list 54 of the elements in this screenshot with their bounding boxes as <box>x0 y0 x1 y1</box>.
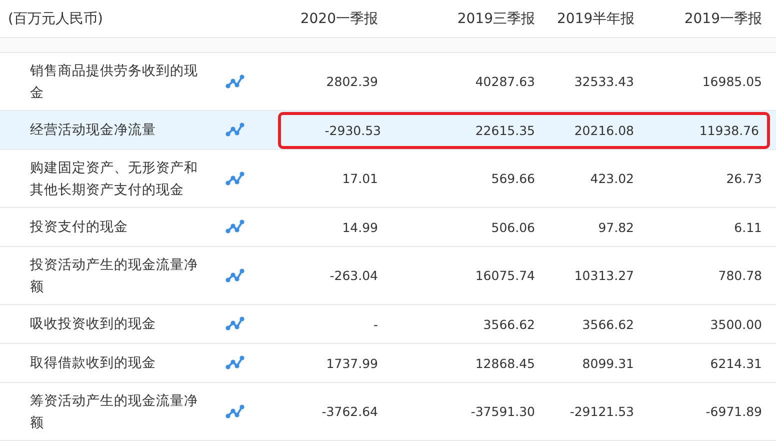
row-label: 吸收投资收到的现金 <box>29 315 157 334</box>
table-cell-text: 569.66 <box>490 171 536 186</box>
row-label: 投资支付的现金 <box>29 218 129 237</box>
table-cell-text: 3500.00 <box>709 316 763 332</box>
row-label: 销售商品提供劳务收到的现金 <box>29 62 199 102</box>
trend-chart-icon[interactable] <box>225 355 245 371</box>
row-label: 筹资活动产生的现金流量净额 <box>29 392 199 432</box>
table-cell-text: 10313.27 <box>573 268 635 283</box>
table-cell-text: 11938.76 <box>698 122 760 138</box>
trend-chart-icon[interactable] <box>225 316 245 332</box>
table-cell-text: 6214.31 <box>709 356 763 370</box>
table-cell-text: 506.06 <box>490 220 536 234</box>
table-cell-text: 3566.62 <box>482 316 536 332</box>
table-cell-text: 26.73 <box>725 171 763 186</box>
table-cell-text: 8099.31 <box>581 356 635 370</box>
row-label: 购建固定资产、无形资产和其他长期资产支付的现金 <box>29 158 199 200</box>
table-cell-text: -6971.89 <box>704 404 763 419</box>
column-header: (百万元人民币) <box>7 10 104 28</box>
trend-chart-icon[interactable] <box>225 219 245 235</box>
table-cell-text: 423.02 <box>589 171 635 186</box>
column-header: 2020一季报 <box>299 10 379 28</box>
table-cell-text: -37591.30 <box>470 404 536 419</box>
table-cell-text: 22615.35 <box>474 122 536 138</box>
table-cell-text: 2802.39 <box>325 74 379 89</box>
table-cell-text: 97.82 <box>597 220 635 234</box>
table-cell-text: 780.78 <box>717 268 763 283</box>
table-cell-text: 16075.74 <box>474 268 536 283</box>
table-cell-text: 14.99 <box>341 220 379 234</box>
column-header: 2019半年报 <box>557 10 636 28</box>
trend-chart-icon[interactable] <box>225 268 245 284</box>
row-label: 投资活动产生的现金流量净额 <box>29 256 199 296</box>
table-row[interactable]: 经营活动现金净流量 -2930.53 22615.35 20216.08 11938.76 <box>0 111 776 150</box>
table-cell-text: 1737.99 <box>325 356 379 370</box>
table-cell-text: - <box>372 316 379 332</box>
table-cell-text: 32533.43 <box>573 74 635 89</box>
column-header: 2019三季报 <box>456 10 536 28</box>
row-label: 经营活动现金净流量 <box>29 121 157 140</box>
table-cell-text: 6.11 <box>733 220 763 234</box>
table-cell-text: 17.01 <box>341 171 379 186</box>
table-cell-text: 12868.45 <box>474 356 536 370</box>
trend-chart-icon[interactable] <box>225 404 245 420</box>
table-cell-text: 16985.05 <box>701 74 763 89</box>
column-header: 2019一季报 <box>683 10 763 28</box>
trend-chart-icon[interactable] <box>225 74 245 90</box>
table-cell-text: 3566.62 <box>581 316 635 332</box>
table-cell-text: -263.04 <box>328 268 379 283</box>
table-cell-text: 20216.08 <box>573 122 635 138</box>
table-cell-text: -2930.53 <box>324 122 382 138</box>
trend-chart-icon[interactable] <box>225 122 245 138</box>
trend-chart-icon[interactable] <box>225 170 245 186</box>
table-cell-text: -29121.53 <box>568 404 635 419</box>
table-cell-text: -3762.64 <box>320 404 379 419</box>
table-cell-text: 40287.63 <box>474 74 536 89</box>
row-label: 取得借款收到的现金 <box>29 354 157 373</box>
